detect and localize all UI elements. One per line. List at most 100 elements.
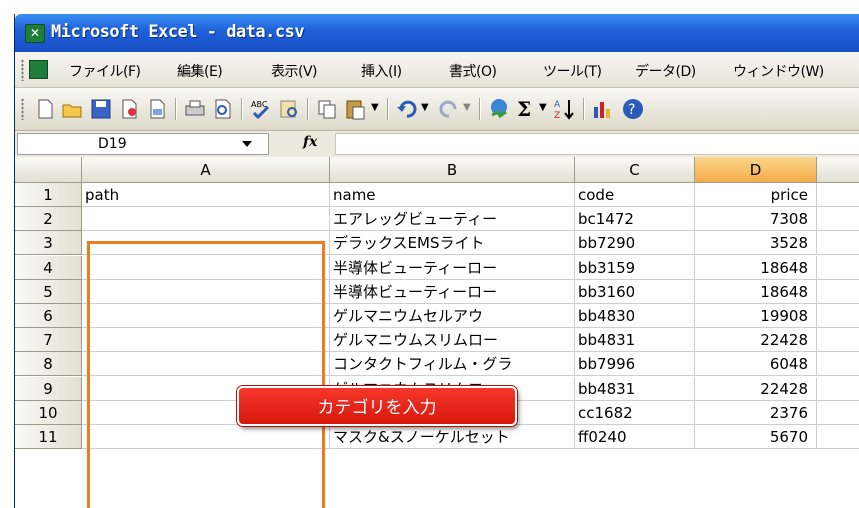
cell-b[interactable]: エアレッグビューティー <box>330 207 575 231</box>
row-header[interactable]: 3 <box>15 231 82 255</box>
redo-icon[interactable] <box>437 97 461 121</box>
row-header[interactable]: 4 <box>15 256 82 280</box>
menu-grip-handle[interactable] <box>21 59 24 81</box>
new-icon[interactable] <box>33 97 57 121</box>
cell-e[interactable] <box>817 425 859 449</box>
open-icon[interactable] <box>61 97 85 121</box>
cell-a[interactable] <box>82 207 330 231</box>
cell-a[interactable] <box>82 280 330 304</box>
undo-icon[interactable] <box>395 97 419 121</box>
redo-dropdown-arrow-icon[interactable]: ▼ <box>463 102 471 113</box>
cell-d[interactable]: 3528 <box>695 231 817 255</box>
permission-icon[interactable] <box>117 97 141 121</box>
cell-a[interactable] <box>82 256 330 280</box>
row-header[interactable]: 9 <box>15 377 82 401</box>
print-preview-icon[interactable] <box>211 97 235 121</box>
mail-icon[interactable] <box>145 97 169 121</box>
menu-window[interactable]: ウィンドウ(W) <box>733 61 824 81</box>
cell-b[interactable]: コンタクトフィルム・グラ <box>330 352 575 376</box>
cell-c[interactable]: bb4831 <box>575 328 695 352</box>
cell-a[interactable] <box>82 231 330 255</box>
column-header-e[interactable] <box>817 157 859 183</box>
menu-view[interactable]: 表示(V) <box>271 61 318 81</box>
cell-e[interactable] <box>817 207 859 231</box>
workbook-icon[interactable] <box>29 60 48 79</box>
formula-input[interactable] <box>335 133 859 155</box>
cell-a[interactable]: path <box>82 183 330 207</box>
copy-icon[interactable] <box>315 97 339 121</box>
cell-c[interactable]: bb7996 <box>575 352 695 376</box>
hyperlink-icon[interactable] <box>487 97 511 121</box>
row-header[interactable]: 5 <box>15 280 82 304</box>
row-header[interactable]: 11 <box>15 425 82 449</box>
cell-d[interactable]: 6048 <box>695 352 817 376</box>
menu-edit[interactable]: 編集(E) <box>177 61 223 81</box>
name-box-dropdown-icon[interactable] <box>242 141 252 147</box>
cell-c[interactable]: bb3159 <box>575 256 695 280</box>
menu-file[interactable]: ファイル(F) <box>69 61 141 81</box>
cell-b[interactable]: name <box>330 183 575 207</box>
menu-format[interactable]: 書式(O) <box>449 61 497 81</box>
row-header[interactable]: 8 <box>15 352 82 376</box>
cell-c[interactable]: ff0240 <box>575 425 695 449</box>
menu-data[interactable]: データ(D) <box>635 61 696 81</box>
chart-wizard-icon[interactable] <box>591 97 615 121</box>
column-header-c[interactable]: C <box>575 157 695 183</box>
cell-c[interactable]: bb4831 <box>575 377 695 401</box>
cell-c[interactable]: code <box>575 183 695 207</box>
cell-e[interactable] <box>817 377 859 401</box>
print-icon[interactable] <box>183 97 207 121</box>
title-bar[interactable]: ✕ Microsoft Excel - data.csv <box>15 14 859 52</box>
cell-b[interactable]: デラックスEMSライト <box>330 231 575 255</box>
insert-function-icon[interactable]: fx <box>303 134 317 150</box>
column-header-b[interactable]: B <box>330 157 575 183</box>
cell-b[interactable]: ゲルマニウムスリムロー <box>330 328 575 352</box>
row-header[interactable]: 10 <box>15 401 82 425</box>
cell-d[interactable]: price <box>695 183 817 207</box>
cell-c[interactable]: bc1472 <box>575 207 695 231</box>
name-box[interactable]: D19 <box>17 133 269 155</box>
cell-d[interactable]: 18648 <box>695 280 817 304</box>
menu-tools[interactable]: ツール(T) <box>543 61 602 81</box>
row-header[interactable]: 1 <box>15 183 82 207</box>
save-icon[interactable] <box>89 97 113 121</box>
cell-d[interactable]: 22428 <box>695 328 817 352</box>
cell-a[interactable] <box>82 328 330 352</box>
sort-ascending-icon[interactable]: AZ <box>553 97 577 121</box>
cell-d[interactable]: 5670 <box>695 425 817 449</box>
help-icon[interactable]: ? <box>621 97 645 121</box>
research-icon[interactable] <box>277 97 301 121</box>
toolbar-grip-handle[interactable] <box>21 98 24 120</box>
cell-e[interactable] <box>817 280 859 304</box>
cell-e[interactable] <box>817 304 859 328</box>
cell-c[interactable]: bb7290 <box>575 231 695 255</box>
cell-b[interactable]: 半導体ビューティーロー <box>330 256 575 280</box>
cell-d[interactable]: 22428 <box>695 377 817 401</box>
cell-c[interactable]: cc1682 <box>575 401 695 425</box>
cell-e[interactable] <box>817 352 859 376</box>
cell-c[interactable]: bb3160 <box>575 280 695 304</box>
cell-e[interactable] <box>817 231 859 255</box>
cell-b[interactable]: ゲルマニウムセルアウ <box>330 304 575 328</box>
excel-app-icon[interactable]: ✕ <box>25 24 45 43</box>
cell-d[interactable]: 7308 <box>695 207 817 231</box>
column-header-a[interactable]: A <box>82 157 330 183</box>
cell-d[interactable]: 2376 <box>695 401 817 425</box>
cell-e[interactable] <box>817 401 859 425</box>
cell-d[interactable]: 18648 <box>695 256 817 280</box>
cell-a[interactable] <box>82 352 330 376</box>
select-all-corner[interactable] <box>15 157 82 183</box>
cell-b[interactable]: マスク&スノーケルセット <box>330 425 575 449</box>
cell-d[interactable]: 19908 <box>695 304 817 328</box>
cell-e[interactable] <box>817 256 859 280</box>
spelling-icon[interactable]: ABC <box>249 97 273 121</box>
row-header[interactable]: 7 <box>15 328 82 352</box>
cell-c[interactable]: bb4830 <box>575 304 695 328</box>
cell-a[interactable] <box>82 304 330 328</box>
paste-icon[interactable] <box>343 97 367 121</box>
cell-b[interactable]: 半導体ビューティーロー <box>330 280 575 304</box>
row-header[interactable]: 2 <box>15 207 82 231</box>
column-header-d[interactable]: D <box>695 157 817 183</box>
undo-dropdown-arrow-icon[interactable]: ▼ <box>421 102 429 113</box>
cell-e[interactable] <box>817 328 859 352</box>
